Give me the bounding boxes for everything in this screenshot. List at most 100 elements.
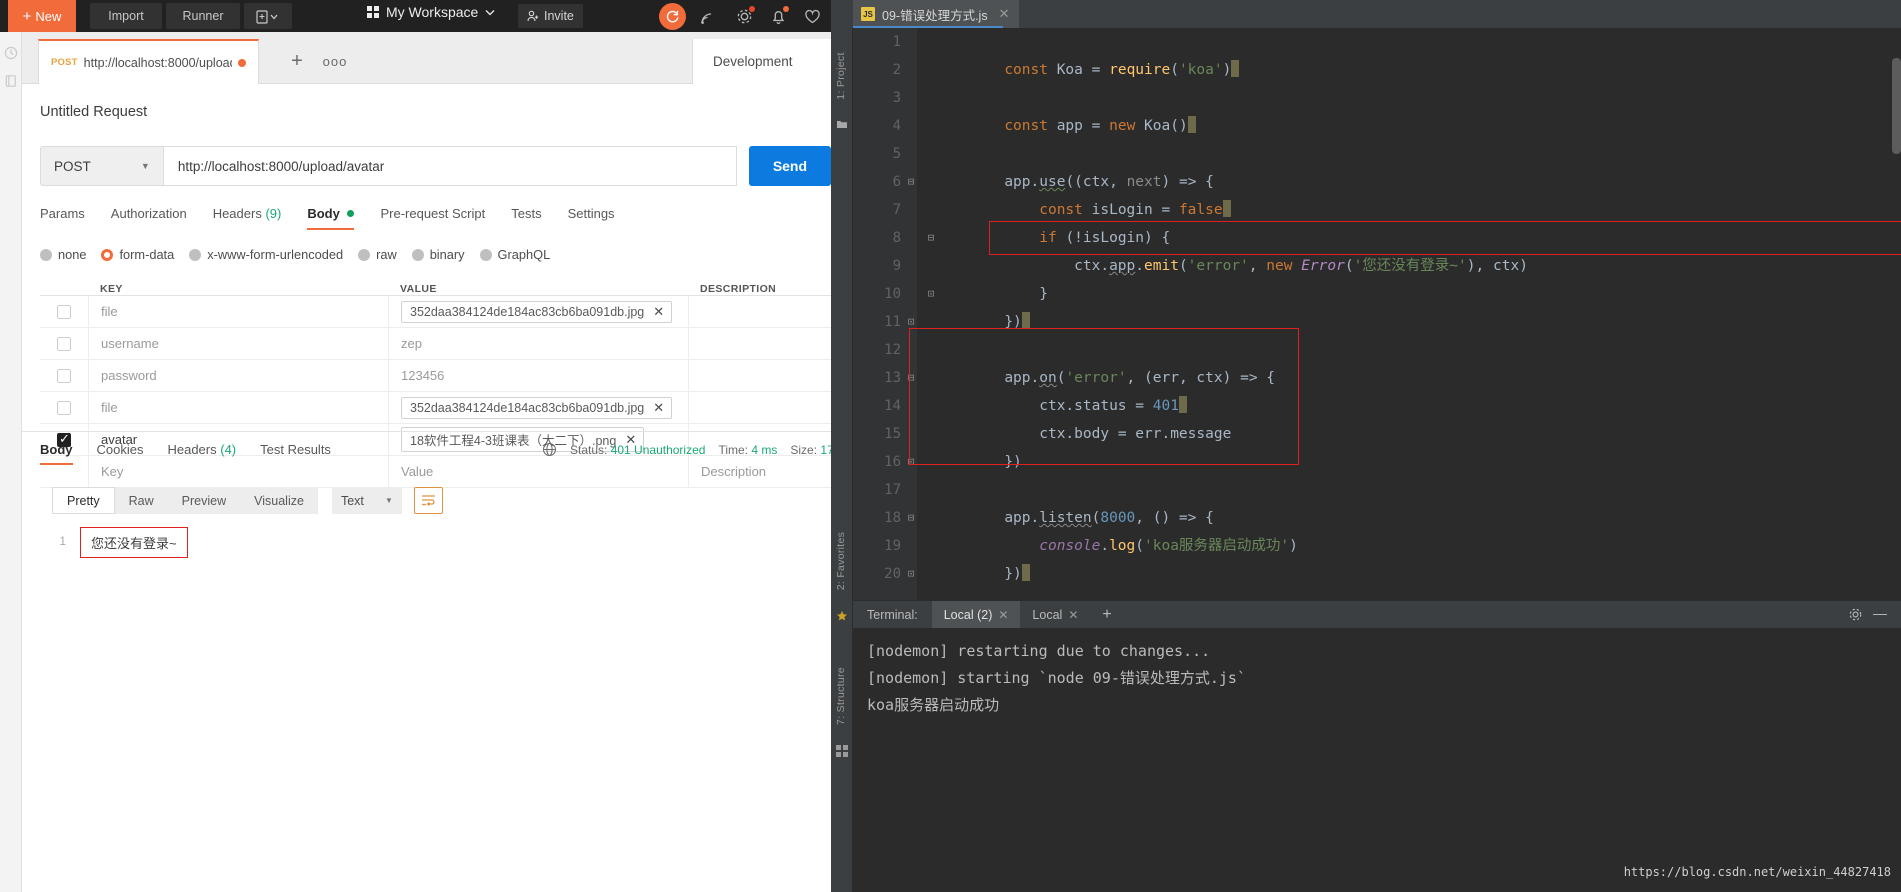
column-value: VALUE <box>400 283 437 295</box>
tab-body[interactable]: Body <box>307 206 355 230</box>
minimize-terminal-icon[interactable]: — <box>1873 605 1887 621</box>
js-file-icon: JS <box>861 7 875 21</box>
row-key[interactable]: file <box>88 391 388 424</box>
view-pretty[interactable]: Pretty <box>52 487 115 514</box>
response-tab-cookies[interactable]: Cookies <box>97 442 144 465</box>
row-checkbox[interactable] <box>57 336 71 351</box>
sync-button[interactable] <box>659 3 686 30</box>
fold-icon[interactable]: ⊟ <box>905 364 917 392</box>
history-icon[interactable] <box>4 46 18 60</box>
file-chip[interactable]: 352daa384124de184ac83cb6ba091db.jpg ✕ <box>401 396 673 419</box>
response-tab-headers[interactable]: Headers (4) <box>167 442 236 465</box>
heart-icon[interactable] <box>803 7 822 26</box>
table-row[interactable]: file 352daa384124de184ac83cb6ba091db.jpg… <box>40 391 831 424</box>
window-chevron-icon <box>256 9 278 24</box>
chevron-down-icon: ▼ <box>385 496 393 505</box>
row-value[interactable]: 352daa384124de184ac83cb6ba091db.jpg ✕ <box>388 295 688 328</box>
tab-tests[interactable]: Tests <box>511 206 541 230</box>
fold-icon[interactable]: ⊡ <box>905 560 917 588</box>
row-checkbox[interactable] <box>57 400 71 415</box>
import-button[interactable]: Import <box>90 3 162 29</box>
terminal-tab-local[interactable]: Local ✕ <box>1020 601 1090 629</box>
fold-icon[interactable]: ⊟ <box>905 504 917 532</box>
editor-scrollbar[interactable] <box>1892 58 1901 154</box>
table-row[interactable]: username zep <box>40 327 831 360</box>
row-description[interactable] <box>688 295 831 328</box>
terminal-settings-icon[interactable] <box>1848 607 1863 627</box>
file-chip[interactable]: 352daa384124de184ac83cb6ba091db.jpg ✕ <box>401 300 673 323</box>
tab-authorization[interactable]: Authorization <box>111 206 187 230</box>
tab-options-button[interactable]: ooo <box>318 44 352 78</box>
tab-headers[interactable]: Headers (9) <box>213 206 282 230</box>
request-tab[interactable]: POST http://localhost:8000/upload/... <box>38 39 259 84</box>
view-preview[interactable]: Preview <box>167 487 241 514</box>
tab-params[interactable]: Params <box>40 206 85 230</box>
folder-icon[interactable] <box>836 118 848 130</box>
row-value[interactable]: 352daa384124de184ac83cb6ba091db.jpg ✕ <box>388 391 688 424</box>
row-value[interactable]: zep <box>388 327 688 360</box>
code-editor[interactable]: 1 const Koa = require('koa') 2 3 const a… <box>853 28 1901 600</box>
table-row[interactable]: file 352daa384124de184ac83cb6ba091db.jpg… <box>40 295 831 328</box>
view-visualize[interactable]: Visualize <box>240 487 318 514</box>
new-button[interactable]: + New <box>8 0 76 32</box>
row-checkbox[interactable] <box>57 368 71 383</box>
response-tab-test-results[interactable]: Test Results <box>260 442 331 465</box>
tab-settings[interactable]: Settings <box>568 206 615 230</box>
remove-file-icon[interactable]: ✕ <box>653 304 664 320</box>
file-name: 352daa384124de184ac83cb6ba091db.jpg <box>410 400 645 415</box>
terminal-tab-local-2[interactable]: Local (2) ✕ <box>931 600 1021 629</box>
terminal-output[interactable]: [nodemon] restarting due to changes... [… <box>853 628 1901 892</box>
placeholder-description[interactable]: Description <box>688 455 831 488</box>
fold-icon[interactable]: ⊡ <box>905 308 917 336</box>
editor-tab[interactable]: JS 09-错误处理方式.js ✕ <box>853 0 1020 28</box>
new-window-button[interactable] <box>244 3 292 29</box>
response-body-text[interactable]: 您还没有登录~ <box>80 527 188 558</box>
new-terminal-button[interactable]: + <box>1090 606 1123 624</box>
environment-selector[interactable]: Development <box>692 39 831 84</box>
body-type-raw[interactable]: raw <box>358 247 397 262</box>
url-value: http://localhost:8000/upload/avatar <box>177 158 385 174</box>
format-select[interactable]: Text ▼ <box>331 487 402 514</box>
body-type-none[interactable]: none <box>40 247 86 262</box>
row-key[interactable]: password <box>88 359 388 392</box>
satellite-icon[interactable] <box>699 7 718 26</box>
tool-window-structure[interactable]: 7: Structure <box>835 664 847 728</box>
row-description[interactable] <box>688 327 831 360</box>
invite-button[interactable]: Invite <box>518 4 583 28</box>
method-select[interactable]: POST ▼ <box>40 146 164 186</box>
response-tab-body[interactable]: Body <box>40 442 73 465</box>
fold-icon[interactable]: ⊡ <box>905 448 917 476</box>
close-icon[interactable]: ✕ <box>999 6 1010 22</box>
send-button[interactable]: Send <box>748 146 831 186</box>
fold-icon[interactable]: ⊟ <box>905 168 917 196</box>
code-content[interactable]: 1 const Koa = require('koa') 2 3 const a… <box>884 28 1901 600</box>
settings-gear-icon[interactable] <box>735 6 755 26</box>
body-type-binary[interactable]: binary <box>411 247 465 262</box>
layout-icon[interactable] <box>836 745 848 757</box>
collections-icon[interactable] <box>4 74 18 88</box>
body-type-form-data[interactable]: form-data <box>101 247 174 262</box>
row-key[interactable]: file <box>88 295 388 328</box>
url-input[interactable]: http://localhost:8000/upload/avatar <box>163 146 737 186</box>
placeholder-value[interactable]: Value <box>388 455 688 488</box>
row-key[interactable]: username <box>88 327 388 360</box>
close-icon[interactable]: ✕ <box>1068 608 1078 622</box>
wrap-lines-button[interactable] <box>413 487 443 514</box>
row-description[interactable] <box>688 359 831 392</box>
row-description[interactable] <box>688 391 831 424</box>
tool-window-project[interactable]: 1: Project <box>835 44 847 108</box>
new-tab-button[interactable]: + <box>280 44 314 78</box>
row-value[interactable]: 123456 <box>388 359 688 392</box>
view-raw[interactable]: Raw <box>114 487 168 514</box>
tab-pre-request-script[interactable]: Pre-request Script <box>380 206 485 230</box>
body-type-urlencoded[interactable]: x-www-form-urlencoded <box>189 247 343 262</box>
remove-file-icon[interactable]: ✕ <box>653 400 664 416</box>
table-row[interactable]: password 123456 <box>40 359 831 392</box>
tool-window-favorites[interactable]: 2: Favorites <box>835 529 847 593</box>
body-type-graphql[interactable]: GraphQL <box>479 247 550 262</box>
runner-button[interactable]: Runner <box>166 3 240 29</box>
close-icon[interactable]: ✕ <box>998 608 1008 622</box>
row-checkbox[interactable] <box>57 304 71 319</box>
notifications-bell-icon[interactable] <box>769 6 789 26</box>
workspace-selector[interactable]: My Workspace <box>367 4 495 20</box>
